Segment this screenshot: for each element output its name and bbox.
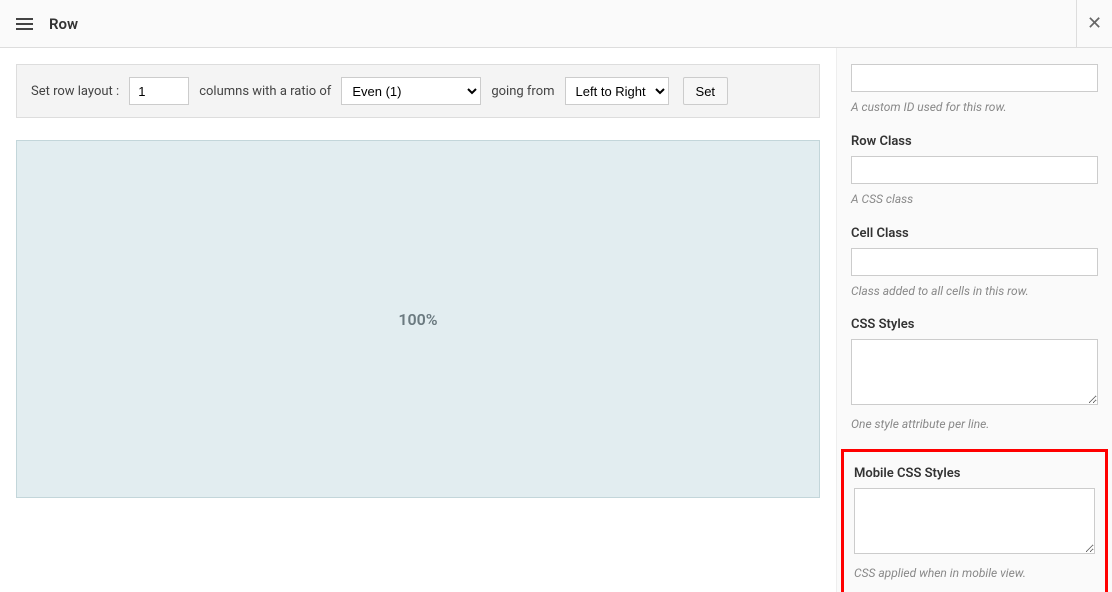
sidebar: A custom ID used for this row. Row Class…: [836, 48, 1112, 592]
layout-mid2: going from: [491, 84, 554, 99]
preview-percent: 100%: [398, 310, 437, 329]
close-icon[interactable]: ✕: [1076, 0, 1112, 48]
page-title: Row: [49, 15, 78, 33]
columns-input[interactable]: [129, 77, 189, 105]
row-class-group: Row Class A CSS class: [851, 134, 1098, 208]
custom-id-input[interactable]: [851, 64, 1098, 92]
mobile-css-group: Mobile CSS Styles CSS applied when in mo…: [854, 466, 1095, 582]
row-class-help: A CSS class: [851, 191, 1098, 208]
hamburger-icon[interactable]: [14, 14, 35, 34]
css-styles-input[interactable]: [851, 339, 1098, 405]
cell-class-input[interactable]: [851, 248, 1098, 276]
mobile-css-label: Mobile CSS Styles: [854, 466, 1095, 481]
mobile-css-help: CSS applied when in mobile view.: [854, 565, 1095, 582]
row-preview[interactable]: 100%: [16, 140, 820, 498]
cell-class-group: Cell Class Class added to all cells in t…: [851, 226, 1098, 300]
cell-class-help: Class added to all cells in this row.: [851, 283, 1098, 300]
ratio-select[interactable]: Even (1): [341, 77, 481, 105]
cell-class-label: Cell Class: [851, 226, 1098, 241]
layout-prefix: Set row layout :: [31, 84, 119, 99]
mobile-css-highlight: Mobile CSS Styles CSS applied when in mo…: [841, 449, 1108, 592]
layout-mid1: columns with a ratio of: [199, 84, 331, 99]
topbar-left: Row: [14, 14, 78, 34]
css-styles-label: CSS Styles: [851, 317, 1098, 332]
mobile-css-input[interactable]: [854, 488, 1095, 554]
topbar: Row ✕: [0, 0, 1112, 48]
direction-select[interactable]: Left to Right: [565, 77, 669, 105]
css-styles-help: One style attribute per line.: [851, 416, 1098, 433]
left-panel: Set row layout : columns with a ratio of…: [0, 48, 836, 592]
row-class-input[interactable]: [851, 156, 1098, 184]
layout-bar: Set row layout : columns with a ratio of…: [16, 64, 820, 118]
set-button[interactable]: Set: [683, 77, 729, 105]
main-area: Set row layout : columns with a ratio of…: [0, 48, 1112, 592]
custom-id-help: A custom ID used for this row.: [851, 99, 1098, 116]
row-class-label: Row Class: [851, 134, 1098, 149]
css-styles-group: CSS Styles One style attribute per line.: [851, 317, 1098, 433]
